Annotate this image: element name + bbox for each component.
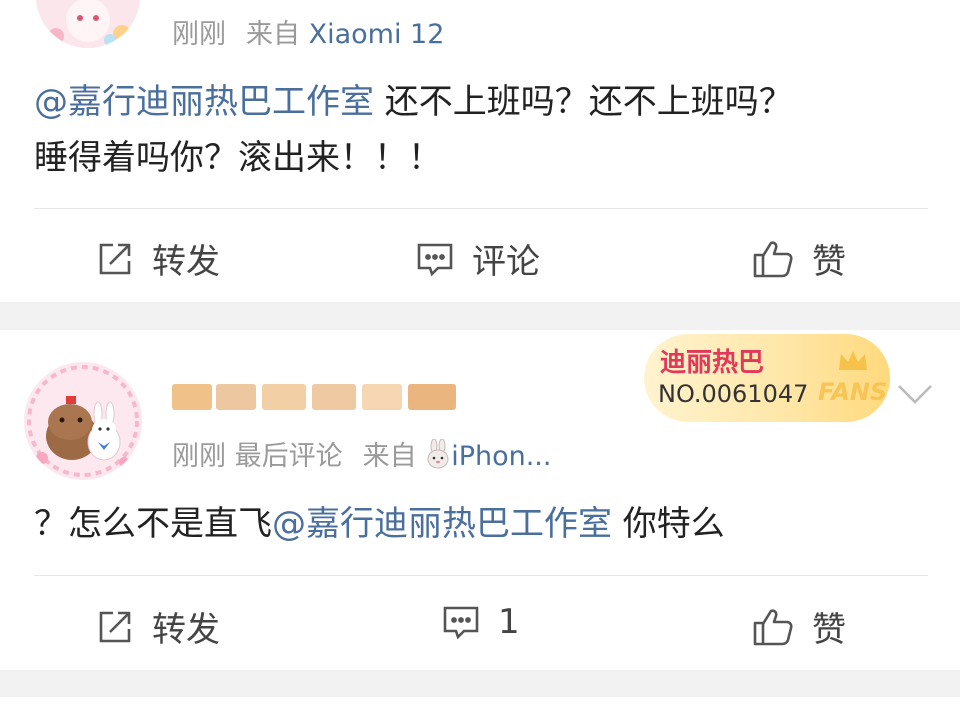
source-label: 来自 (246, 19, 300, 50)
post-content: @嘉行迪丽热巴工作室 还不上班吗？还不上班吗？ 睡得着吗你？滚出来！！！ (34, 74, 793, 186)
badge-name: 迪丽热巴 (660, 348, 765, 378)
like-button[interactable]: 赞 (752, 234, 846, 283)
like-icon (753, 240, 793, 277)
post-text-line2: 睡得着吗你？滚出来！！！ (34, 138, 442, 178)
post-meta: 刚刚 来自 Xiaomi 12 (172, 12, 444, 51)
source-label: 来自 (362, 441, 417, 472)
comment-label: 评论 (472, 242, 540, 282)
post-text-suffix: 你特么 (612, 504, 725, 544)
divider (34, 575, 928, 576)
comment-count: 1 (498, 602, 520, 642)
repost-label: 转发 (152, 242, 220, 282)
like-label: 赞 (812, 242, 846, 282)
comment-button[interactable]: 1 (442, 602, 520, 642)
post-card-2: 迪丽热巴 NO.0061047 FANS 刚刚 最后评论 来自 iPhon... … (0, 330, 960, 670)
post-content: ？怎么不是直飞@嘉行迪丽热巴工作室 你特么 (34, 496, 725, 552)
like-icon (753, 608, 793, 645)
avatar[interactable] (24, 362, 142, 480)
mention-link[interactable]: @嘉行迪丽热巴工作室 (272, 504, 612, 544)
username-redacted[interactable] (172, 378, 472, 420)
post-card-1: 刚刚 来自 Xiaomi 12 @嘉行迪丽热巴工作室 还不上班吗？还不上班吗？ 睡… (0, 0, 960, 302)
device-link[interactable]: iPhon... (451, 441, 551, 472)
mention-link[interactable]: @嘉行迪丽热巴工作室 (34, 82, 374, 122)
last-comment-label: 最后评论 (234, 441, 343, 472)
post-text: 还不上班吗？还不上班吗？ (374, 82, 793, 122)
rabbit-icon (427, 438, 449, 469)
divider (34, 208, 928, 209)
repost-label: 转发 (152, 610, 220, 650)
repost-icon (99, 611, 131, 642)
avatar[interactable] (36, 0, 140, 48)
post-time: 刚刚 (172, 441, 226, 472)
comment-button[interactable]: 评论 (416, 234, 540, 283)
crown-icon (839, 351, 867, 370)
chevron-down-icon[interactable] (896, 382, 934, 406)
post-card-3 (0, 697, 960, 705)
post-time: 刚刚 (172, 19, 226, 50)
device-link[interactable]: Xiaomi 12 (309, 19, 445, 50)
post-meta: 刚刚 最后评论 来自 iPhon... (172, 434, 551, 473)
comment-icon (417, 243, 453, 276)
repost-button[interactable]: 转发 (96, 234, 220, 283)
like-button[interactable]: 赞 (752, 602, 846, 651)
comment-icon (443, 606, 479, 640)
repost-icon (99, 243, 131, 274)
repost-button[interactable]: 转发 (96, 602, 220, 651)
badge-fans-label: FANS (818, 378, 888, 406)
fans-badge[interactable]: 迪丽热巴 NO.0061047 FANS (644, 334, 890, 422)
post-text-prefix: ？怎么不是直飞 (34, 504, 272, 544)
badge-number: NO.0061047 (658, 380, 809, 408)
like-label: 赞 (812, 610, 846, 650)
